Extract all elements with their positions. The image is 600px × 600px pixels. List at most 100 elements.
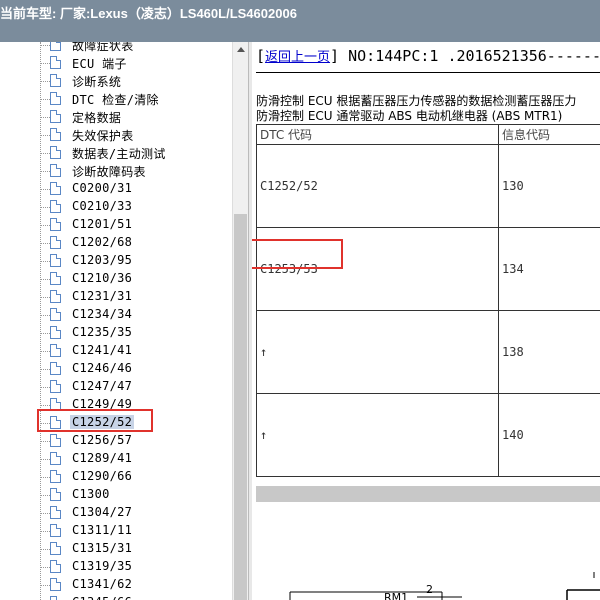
tree-item-label: C1202/68 [72, 235, 133, 249]
tree-connector [40, 261, 50, 262]
dtc-code-cell: ↑ [256, 310, 499, 394]
info-code-cell: 134 [498, 227, 600, 311]
tree-connector [40, 207, 50, 208]
tree-connector [40, 153, 50, 154]
tree-item[interactable]: C1231/31 [40, 288, 230, 306]
tree-item-label: C0210/33 [72, 199, 133, 213]
tree-item[interactable]: C1241/41 [40, 342, 230, 360]
tree-connector [40, 315, 50, 316]
tree-item[interactable]: C1289/41 [40, 450, 230, 468]
document-icon [50, 578, 61, 591]
tree-item[interactable]: DTC 检查/清除 [40, 90, 230, 108]
scroll-up-arrow-icon[interactable] [233, 42, 248, 58]
tree-connector [40, 117, 50, 118]
tree-item[interactable]: C1341/62 [40, 576, 230, 594]
dtc-table: DTC 代码 信息代码 C1252/52 130 C1253/53 134 ↑ … [256, 124, 600, 477]
tree-item-label: C1231/31 [72, 289, 133, 303]
dtc-code-header: DTC 代码 [256, 124, 499, 145]
tree-item[interactable]: 故障症状表 [40, 42, 230, 54]
tree-item[interactable]: C0210/33 [40, 198, 230, 216]
tree-item[interactable]: 失效保护表 [40, 126, 230, 144]
tree-item[interactable]: C1290/66 [40, 468, 230, 486]
tree-item-label: 诊断系统 [72, 75, 122, 89]
tree-connector [40, 243, 50, 244]
document-icon [50, 524, 61, 537]
document-icon [50, 542, 61, 555]
tree-item-label: 数据表/主动测试 [72, 147, 166, 161]
tree-connector [40, 171, 50, 172]
info-code-cell: 140 [498, 393, 600, 477]
tree-item-label: C1235/35 [72, 325, 133, 339]
vehicle-title: 当前车型: 厂家:Lexus（凌志）LS460L/LS4602006 [0, 6, 297, 21]
back-link[interactable]: 返回上一页 [265, 50, 330, 65]
document-icon [50, 560, 61, 573]
tree-item[interactable]: C1311/11 [40, 522, 230, 540]
tree-item[interactable]: C1256/57 [40, 432, 230, 450]
document-icon [50, 110, 61, 123]
document-icon [50, 344, 61, 357]
tree-item[interactable]: C1315/31 [40, 540, 230, 558]
document-icon [50, 362, 61, 375]
tree-item[interactable]: 诊断系统 [40, 72, 230, 90]
tree-connector [40, 189, 50, 190]
tree-item[interactable]: C1234/34 [40, 306, 230, 324]
tree-connector [40, 477, 50, 478]
tree-item[interactable]: C1235/35 [40, 324, 230, 342]
tree-item-label: C1234/34 [72, 307, 133, 321]
tree-item[interactable]: C1304/27 [40, 504, 230, 522]
tree-item-label: C1246/46 [72, 361, 133, 375]
tree-item[interactable]: C1319/35 [40, 558, 230, 576]
document-icon [50, 218, 61, 231]
document-icon [50, 596, 61, 600]
tree-item-label: C1247/47 [72, 379, 133, 393]
dtc-code-cell: ↑ [256, 393, 499, 477]
tree-scrollbar[interactable] [232, 42, 248, 600]
tree-item[interactable]: C1300 [40, 486, 230, 504]
document-icon [50, 146, 61, 159]
doc-number: NO:144PC:1 .2016521356------ [348, 47, 600, 65]
tree-item[interactable]: C1247/47 [40, 378, 230, 396]
tree-connector [40, 225, 50, 226]
wiring-diagram: RM1 2 [252, 512, 600, 600]
document-icon [50, 200, 61, 213]
highlight-box-selected-item [37, 409, 153, 432]
tree-item-label: DTC 检查/清除 [72, 93, 159, 107]
tree-item[interactable]: C1246/46 [40, 360, 230, 378]
tree-item-label: C1241/41 [72, 343, 133, 357]
tree-item-label: C0200/31 [72, 181, 133, 195]
tree-item-label: C1341/62 [72, 577, 133, 591]
info-code-cell: 130 [498, 144, 600, 228]
tree-connector [40, 495, 50, 496]
tree-item[interactable]: C1345/66 [40, 594, 230, 600]
tree-item[interactable]: C1201/51 [40, 216, 230, 234]
tree-connector [40, 459, 50, 460]
tree-item[interactable]: 诊断故障码表 [40, 162, 230, 180]
tree-item-label: ECU 端子 [72, 57, 127, 71]
document-icon [50, 326, 61, 339]
document-icon [50, 272, 61, 285]
tree-connector [40, 351, 50, 352]
scrollbar-thumb[interactable] [234, 214, 247, 600]
tree-item-label: C1290/66 [72, 469, 133, 483]
document-icon [50, 380, 61, 393]
tree-item[interactable]: C1203/95 [40, 252, 230, 270]
tree-item-label: C1311/11 [72, 523, 133, 537]
tree-item-label: C1256/57 [72, 433, 133, 447]
tree-connector [40, 135, 50, 136]
tree-item[interactable]: C1202/68 [40, 234, 230, 252]
tree-item[interactable]: 数据表/主动测试 [40, 144, 230, 162]
tree-connector [40, 81, 50, 82]
tree-item-label: 失效保护表 [72, 129, 134, 143]
tree-connector [40, 99, 50, 100]
tree-item[interactable]: C0200/31 [40, 180, 230, 198]
document-icon [50, 488, 61, 501]
navigation-tree[interactable]: 故障症状表 ECU 端子 诊断系统 DTC 检查/清除 定格数据失效保护表数据表/主动测… [0, 42, 232, 600]
document-icon [50, 290, 61, 303]
tree-item[interactable]: 定格数据 [40, 108, 230, 126]
tree-connector [40, 387, 50, 388]
tree-item-label: 故障症状表 [72, 42, 134, 53]
tree-item[interactable]: C1210/36 [40, 270, 230, 288]
tree-item[interactable]: ECU 端子 [40, 54, 230, 72]
section-band [256, 486, 600, 502]
tree-connector [40, 333, 50, 334]
